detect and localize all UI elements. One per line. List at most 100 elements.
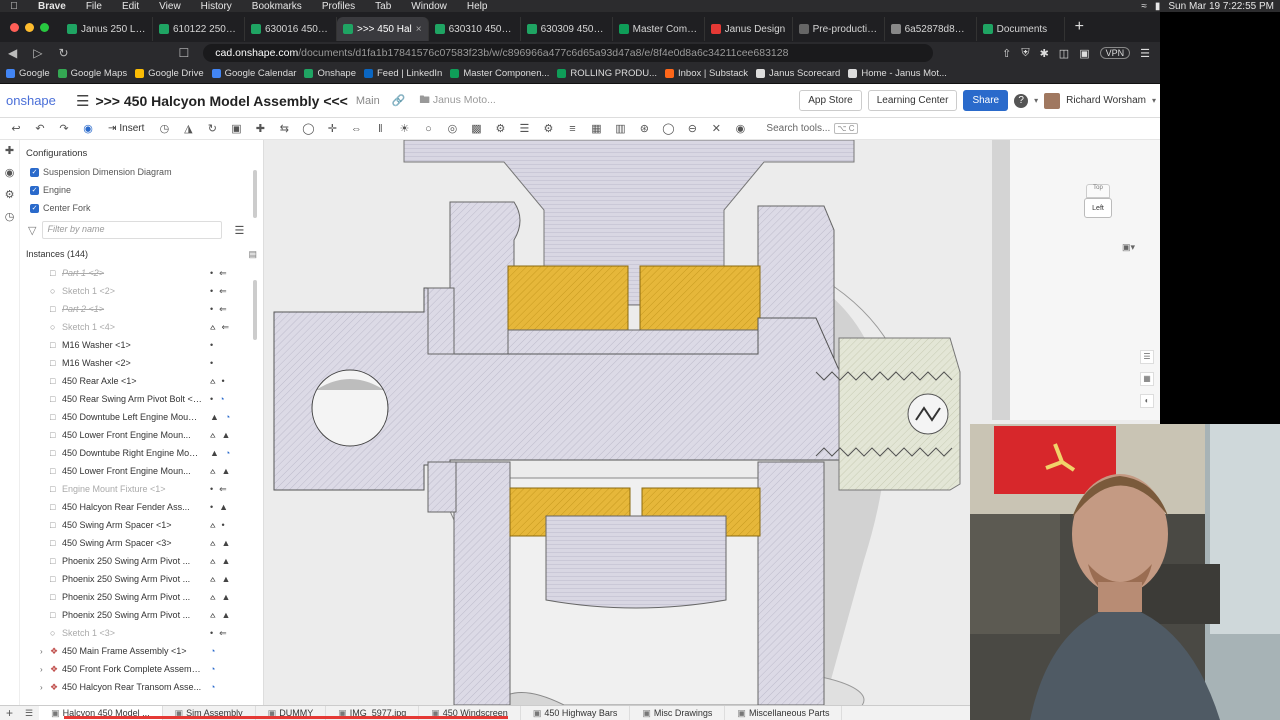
mass-properties-icon[interactable]: ◯: [656, 122, 680, 135]
hide-icon[interactable]: ✕: [704, 122, 728, 135]
refresh-icon[interactable]: ◉: [76, 122, 100, 135]
config-scrollbar[interactable]: [253, 170, 257, 218]
fastened-mate-icon[interactable]: ▣: [224, 122, 248, 135]
extensions-icon[interactable]: ✱: [1040, 47, 1049, 60]
bookmark-item[interactable]: Home - Janus Mot...: [848, 68, 955, 79]
checkbox-icon[interactable]: ✓: [30, 185, 39, 195]
instance-row[interactable]: □ Phoenix 250 Swing Arm Pivot ... ⩟ ▲: [20, 552, 263, 570]
instance-row[interactable]: □ 450 Swing Arm Spacer <3> ⩟ ▲: [20, 534, 263, 552]
expand-chevron-icon[interactable]: ›: [40, 647, 50, 656]
expand-chevron-icon[interactable]: ›: [40, 683, 50, 692]
menu-bookmarks[interactable]: Bookmarks: [242, 1, 312, 12]
document-title[interactable]: >>> 450 Halcyon Model Assembly <<<: [95, 93, 347, 109]
add-folder-icon[interactable]: ▤: [248, 249, 257, 260]
config-item[interactable]: ✓ Suspension Dimension Diagram: [20, 163, 263, 181]
brave-shield-icon[interactable]: ⛨: [1021, 47, 1029, 60]
folder-breadcrumb[interactable]: 🖿 Janus Moto...: [419, 92, 495, 110]
view-options-icon[interactable]: ▣▾: [1122, 242, 1135, 253]
config-item[interactable]: ✓ Center Fork: [20, 199, 263, 217]
instance-row[interactable]: ○ Sketch 1 <2> • ⇐: [20, 282, 263, 300]
browser-tab[interactable]: 630309 450 Eng: [521, 17, 613, 41]
hamburger-menu-icon[interactable]: ☰: [70, 92, 95, 110]
expand-chevron-icon[interactable]: ›: [40, 665, 50, 674]
apple-icon[interactable]: : [0, 1, 28, 12]
browser-tab[interactable]: Janus Design: [705, 17, 793, 41]
menubar-clock[interactable]: Sun Mar 19 7:22:55 PM: [1168, 1, 1274, 12]
browser-tab[interactable]: Master Compone: [613, 17, 705, 41]
appearance-icon[interactable]: ◐: [1140, 394, 1154, 408]
new-tab-button[interactable]: +: [1065, 18, 1094, 36]
tab-list-icon[interactable]: ☰: [19, 708, 39, 719]
browser-menu-icon[interactable]: ☰: [1140, 47, 1150, 60]
forward-icon[interactable]: ▷: [25, 46, 50, 60]
section-view-icon[interactable]: ▥: [608, 122, 632, 135]
reload-icon[interactable]: ↻: [50, 46, 76, 60]
instance-row[interactable]: □ 450 Lower Front Engine Moun... ⩟ ▲: [20, 426, 263, 444]
browser-tab[interactable]: 6a52878d8898: [885, 17, 977, 41]
parallel-mate-icon[interactable]: ‖: [368, 123, 392, 135]
user-name[interactable]: Richard Worsham: [1066, 95, 1146, 106]
instance-row[interactable]: □ 450 Downtube Right Engine Moun... ▲ ◔: [20, 444, 263, 462]
instance-row[interactable]: › ❖ 450 Halcyon Rear Transom Asse... ◔: [20, 678, 263, 696]
document-tab[interactable]: ▣ Misc Drawings: [630, 705, 726, 720]
browser-tab[interactable]: Documents: [977, 17, 1065, 41]
instance-row[interactable]: ○ Sketch 1 <3> • ⇐: [20, 624, 263, 642]
instance-row[interactable]: □ 450 Halcyon Rear Fender Ass... • ▲: [20, 498, 263, 516]
menu-file[interactable]: File: [76, 1, 112, 12]
instance-row[interactable]: □ 450 Rear Axle <1> ⩟ •: [20, 372, 263, 390]
properties-icon[interactable]: ☰: [1140, 350, 1154, 364]
instance-row[interactable]: □ 450 Swing Arm Spacer <1> ⩟ •: [20, 516, 263, 534]
instance-row[interactable]: › ❖ 450 Main Frame Assembly <1> ◔: [20, 642, 263, 660]
menu-profiles[interactable]: Profiles: [312, 1, 365, 12]
menu-help[interactable]: Help: [457, 1, 498, 12]
learning-center-button[interactable]: Learning Center: [867, 90, 958, 111]
instance-row[interactable]: □ M16 Washer <2> •: [20, 354, 263, 372]
measure-icon[interactable]: ⊛: [632, 122, 656, 135]
link-icon[interactable]: 🔗: [392, 94, 406, 107]
bookmark-item[interactable]: Google Drive: [135, 68, 211, 79]
instance-row[interactable]: □ Phoenix 250 Swing Arm Pivot ... ⩟ ▲: [20, 570, 263, 588]
instance-row[interactable]: □ 450 Lower Front Engine Moun... ⩟ ▲: [20, 462, 263, 480]
planar-mate-icon[interactable]: ⇔: [344, 123, 368, 135]
menu-history[interactable]: History: [191, 1, 242, 12]
group-icon[interactable]: ▩: [464, 122, 488, 135]
back-icon[interactable]: ◀: [0, 46, 25, 60]
filter-icon[interactable]: ▽: [28, 224, 36, 237]
close-window-button[interactable]: [10, 22, 19, 32]
insert-button[interactable]: ⇥ Insert: [100, 123, 152, 134]
undo-icon[interactable]: ↶: [28, 122, 52, 135]
add-tab-icon[interactable]: +: [0, 706, 19, 720]
bookmark-icon[interactable]: ☐: [171, 46, 198, 60]
timer-icon[interactable]: ◷: [0, 206, 19, 228]
document-tab[interactable]: ▣ Miscellaneous Parts: [725, 705, 843, 720]
bookmark-item[interactable]: Feed | LinkedIn: [364, 68, 450, 79]
wifi-icon[interactable]: ≈: [1141, 1, 1147, 12]
instance-row[interactable]: □ Engine Mount Fixture <1> • ⇐: [20, 480, 263, 498]
list-view-icon[interactable]: ☰: [234, 224, 244, 237]
bookmark-item[interactable]: ROLLING PRODU...: [557, 68, 665, 79]
bookmark-item[interactable]: Google Maps: [57, 68, 136, 79]
view-cube[interactable]: Top Left: [1076, 176, 1122, 232]
chevron-down-icon[interactable]: ▾: [1152, 96, 1156, 105]
vpn-button[interactable]: VPN: [1099, 47, 1131, 59]
view-cube-top[interactable]: Top: [1086, 184, 1110, 198]
instance-row[interactable]: □ 450 Downtube Left Engine Mount ... ▲ ◔: [20, 408, 263, 426]
onshape-logo[interactable]: onshape: [0, 93, 70, 108]
bookmark-item[interactable]: Master Componen...: [450, 68, 557, 79]
bookmark-item[interactable]: Inbox | Substack: [664, 68, 756, 79]
url-field[interactable]: cad.onshape.com/documents/d1fa1b17841576…: [203, 44, 934, 62]
share-page-icon[interactable]: ⇧: [1002, 47, 1011, 60]
instance-row[interactable]: □ Part 2 <1> • ⇐: [20, 300, 263, 318]
filter-input[interactable]: Filter by name: [42, 221, 223, 239]
screw-relation-icon[interactable]: ⚙: [536, 122, 560, 135]
checkbox-icon[interactable]: ✓: [30, 167, 39, 177]
battery-icon[interactable]: ▮: [1155, 1, 1161, 12]
menu-app-name[interactable]: Brave: [28, 1, 76, 12]
menu-tab[interactable]: Tab: [365, 1, 401, 12]
browser-tab[interactable]: 630310 450 Eng: [429, 17, 521, 41]
interference-icon[interactable]: ⊖: [680, 122, 704, 135]
menu-edit[interactable]: Edit: [112, 1, 149, 12]
browser-tab[interactable]: Janus 250 Leadi: [61, 17, 153, 41]
instance-row[interactable]: □ Phoenix 250 Swing Arm Pivot ... ⩟ ▲: [20, 588, 263, 606]
display-states-icon[interactable]: ◉: [728, 122, 752, 135]
